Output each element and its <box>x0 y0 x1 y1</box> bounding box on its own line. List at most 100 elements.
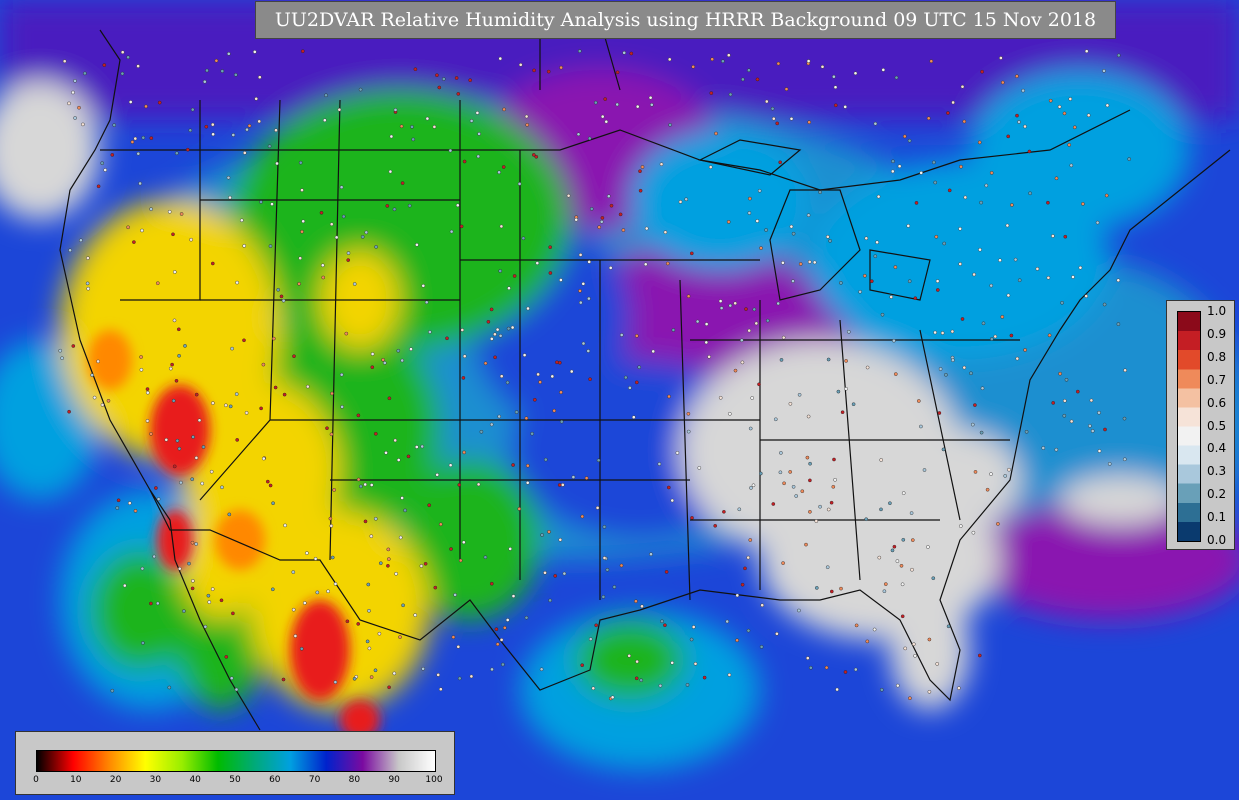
station-dot <box>100 161 104 165</box>
station-dot <box>489 581 494 586</box>
station-dot <box>493 332 497 337</box>
station-dot <box>907 279 912 284</box>
station-dot <box>569 369 574 374</box>
station-dot <box>808 461 812 466</box>
station-dot <box>843 105 848 109</box>
station-dot <box>740 360 745 365</box>
station-dot <box>419 564 424 568</box>
station-dot <box>219 598 224 603</box>
station-dot <box>220 485 224 490</box>
station-dot <box>456 645 461 649</box>
station-dot <box>935 279 940 283</box>
station-dot <box>1123 368 1127 373</box>
station-dot <box>298 160 303 165</box>
station-dot <box>934 234 939 239</box>
station-dot <box>62 59 67 64</box>
station-dot <box>684 197 689 202</box>
station-dot <box>778 160 783 165</box>
station-dot <box>399 124 404 129</box>
station-dot <box>194 542 198 546</box>
station-dot <box>115 506 120 510</box>
station-dot <box>211 132 215 137</box>
station-dot <box>149 601 153 606</box>
station-dot <box>1010 203 1014 207</box>
station-dot <box>415 242 419 247</box>
station-dot <box>691 625 696 629</box>
station-dot <box>291 607 296 612</box>
station-dot <box>453 593 457 597</box>
rh-tick-label: 60 <box>269 775 281 785</box>
station-dot <box>400 181 405 185</box>
station-dot <box>524 416 529 421</box>
station-dot <box>226 52 231 56</box>
station-dot <box>686 411 691 416</box>
station-dot <box>242 338 246 343</box>
station-dot <box>71 90 75 95</box>
station-dot <box>638 169 642 173</box>
station-dot <box>917 399 921 403</box>
station-dot <box>458 558 463 563</box>
station-dot <box>1007 467 1011 472</box>
station-dot <box>959 164 963 169</box>
station-dot <box>932 160 936 165</box>
station-dot <box>805 455 810 460</box>
station-dot <box>339 372 344 377</box>
station-dot <box>893 265 898 269</box>
station-dot <box>1017 278 1022 283</box>
station-dot <box>1015 74 1019 78</box>
station-dot <box>891 159 895 164</box>
station-dot <box>389 134 394 139</box>
station-dot <box>437 85 442 90</box>
increment-tick-label: 0.9 <box>1207 326 1227 341</box>
station-dot <box>740 582 745 587</box>
station-dot <box>102 63 107 67</box>
station-dot <box>202 79 207 84</box>
station-dot <box>650 103 654 107</box>
station-dot <box>941 447 946 452</box>
increment-tick-label: 0.6 <box>1207 395 1227 410</box>
station-dot <box>498 56 503 61</box>
station-dot <box>190 540 195 545</box>
station-dot <box>990 337 994 341</box>
station-dot <box>396 348 401 353</box>
station-dot <box>942 241 947 246</box>
rh-tick-label: 20 <box>109 775 122 785</box>
station-dot <box>96 184 101 189</box>
station-dot <box>339 185 344 189</box>
station-dot <box>741 77 745 82</box>
station-dot <box>759 471 763 476</box>
station-dot <box>580 663 585 668</box>
station-dot <box>1035 267 1040 271</box>
station-dot <box>746 628 751 633</box>
station-dot <box>775 632 779 636</box>
station-dot <box>1051 234 1055 238</box>
station-dot <box>708 165 713 169</box>
station-dot <box>1123 457 1127 462</box>
station-dot <box>469 674 474 679</box>
station-dot <box>910 567 914 572</box>
station-dot <box>127 501 132 505</box>
station-dot <box>978 247 982 252</box>
station-dot <box>971 422 975 427</box>
station-dot <box>96 359 100 364</box>
station-dot <box>969 371 973 376</box>
station-dot <box>615 70 620 75</box>
station-dot <box>301 219 306 224</box>
station-dot <box>200 481 204 486</box>
station-dot <box>140 228 144 233</box>
station-dot <box>533 397 537 402</box>
station-dot <box>858 289 862 294</box>
station-dot <box>693 662 698 666</box>
station-dot <box>177 566 182 571</box>
station-dot <box>752 307 757 312</box>
station-dot <box>722 509 726 514</box>
station-dot <box>1067 143 1071 147</box>
station-dot <box>247 124 252 128</box>
station-dot <box>293 634 298 638</box>
station-dot <box>512 274 517 278</box>
station-dot <box>914 201 919 205</box>
station-dot <box>60 356 64 361</box>
station-dot <box>524 615 529 620</box>
station-dot <box>517 182 522 186</box>
station-dot <box>1003 474 1008 478</box>
